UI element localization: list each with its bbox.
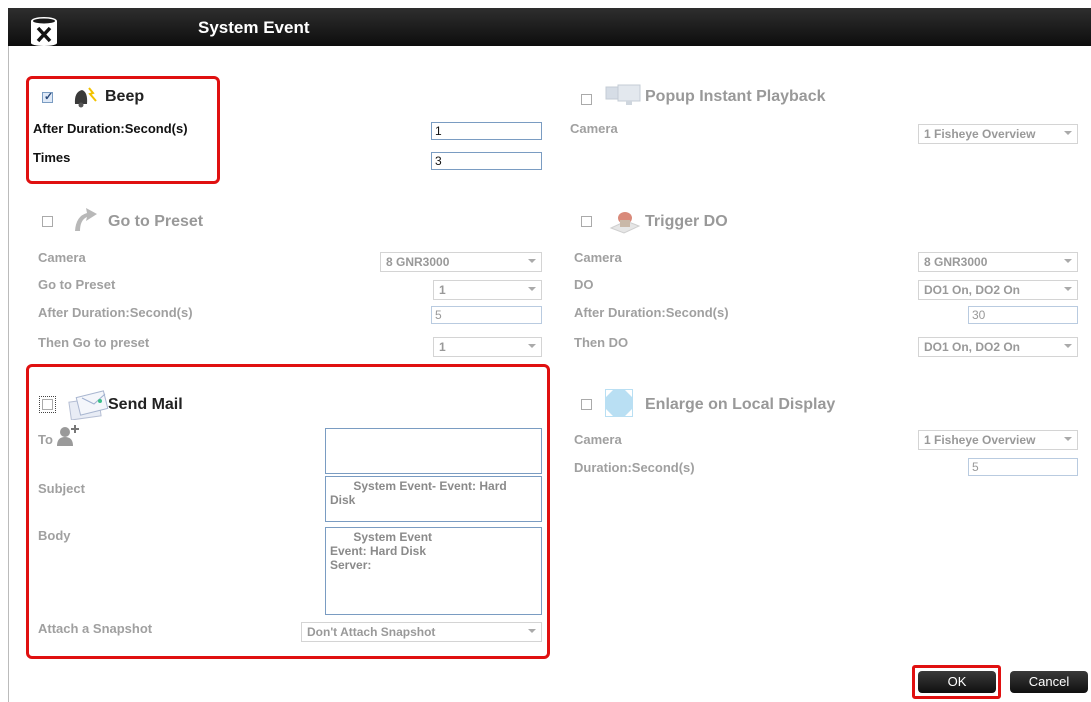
trigger-after-label: After Duration:Second(s) (574, 305, 729, 320)
arrow-curve-icon (75, 208, 97, 231)
title-bar: System Event (8, 8, 1091, 46)
preset-then-value: 1 (439, 340, 446, 354)
bell-alarm-icon (74, 87, 97, 108)
enlarge-camera-value: 1 Fisheye Overview (924, 433, 1036, 447)
mail-body-field[interactable]: System Event Event: Hard Disk Server: (325, 527, 542, 615)
mail-subject-field[interactable]: System Event- Event: Hard Disk (325, 476, 542, 522)
beep-title: Beep (105, 88, 145, 105)
trigger-then-select[interactable]: DO1 On, DO2 On (918, 337, 1078, 357)
enlarge-camera-select[interactable]: 1 Fisheye Overview (918, 430, 1078, 450)
add-person-icon[interactable] (56, 424, 80, 446)
chevron-down-icon (528, 344, 536, 348)
chevron-down-icon (1064, 437, 1072, 441)
preset-number-value: 1 (439, 283, 446, 297)
preset-camera-label: Camera (38, 250, 86, 265)
mail-snapshot-label: Attach a Snapshot (38, 621, 153, 636)
chevron-down-icon (528, 287, 536, 291)
mail-title: Send Mail (108, 396, 183, 413)
preset-camera-select[interactable]: 8 GNR3000 (380, 252, 542, 272)
frame-border (8, 46, 9, 702)
popup-camera-value: 1 Fisheye Overview (924, 127, 1036, 141)
beep-after-duration-input[interactable]: 1 (431, 122, 542, 140)
preset-number-select[interactable]: 1 (433, 280, 542, 300)
mail-to-field[interactable] (325, 428, 542, 474)
mail-body-label: Body (38, 528, 71, 543)
io-device-icon (609, 212, 641, 234)
enlarge-camera-label: Camera (574, 432, 622, 447)
mail-to-label: To (38, 432, 53, 447)
chevron-down-icon (1064, 344, 1072, 348)
preset-then-select[interactable]: 1 (433, 337, 542, 357)
trigger-title: Trigger DO (645, 213, 728, 230)
trigger-after-input[interactable]: 30 (968, 306, 1078, 324)
beep-times-label: Times (33, 150, 71, 165)
trigger-camera-label: Camera (574, 250, 622, 265)
popup-camera-select[interactable]: 1 Fisheye Overview (918, 124, 1078, 144)
trigger-do-label: DO (574, 277, 594, 292)
trigger-camera-select[interactable]: 8 GNR3000 (918, 252, 1078, 272)
chevron-down-icon (1064, 131, 1072, 135)
enlarge-title: Enlarge on Local Display (645, 396, 836, 413)
beep-checkbox[interactable] (42, 90, 53, 103)
popup-camera-label: Camera (570, 121, 618, 136)
database-x-icon (31, 17, 57, 46)
mail-checkbox[interactable] (39, 396, 56, 413)
enlarge-duration-input[interactable]: 5 (968, 458, 1078, 476)
expand-icon (605, 389, 633, 417)
enlarge-duration-label: Duration:Second(s) (574, 460, 695, 475)
enlarge-checkbox[interactable] (581, 399, 592, 410)
trigger-do-value: DO1 On, DO2 On (924, 283, 1021, 297)
mail-snapshot-select[interactable]: Don't Attach Snapshot (301, 622, 542, 642)
beep-after-duration-label: After Duration:Second(s) (33, 121, 188, 136)
chevron-down-icon (1064, 287, 1072, 291)
preset-title: Go to Preset (108, 213, 204, 230)
chevron-down-icon (528, 629, 536, 633)
window-title: System Event (198, 18, 310, 37)
trigger-do-select[interactable]: DO1 On, DO2 On (918, 280, 1078, 300)
monitors-icon (605, 84, 641, 105)
preset-after-label: After Duration:Second(s) (38, 305, 193, 320)
cancel-button[interactable]: Cancel (1010, 671, 1088, 693)
popup-checkbox[interactable] (581, 94, 592, 105)
trigger-camera-value: 8 GNR3000 (924, 255, 988, 269)
preset-camera-value: 8 GNR3000 (386, 255, 450, 269)
preset-checkbox[interactable] (42, 216, 53, 227)
preset-then-label: Then Go to preset (38, 335, 150, 350)
preset-after-input[interactable]: 5 (431, 306, 542, 324)
chevron-down-icon (528, 259, 536, 263)
beep-times-input[interactable]: 3 (431, 152, 542, 170)
preset-number-label: Go to Preset (38, 277, 116, 292)
chevron-down-icon (1064, 259, 1072, 263)
mail-subject-label: Subject (38, 481, 85, 496)
envelope-icon (68, 390, 109, 420)
mail-snapshot-value: Don't Attach Snapshot (307, 625, 436, 639)
trigger-then-label: Then DO (574, 335, 629, 350)
trigger-checkbox[interactable] (581, 216, 592, 227)
trigger-then-value: DO1 On, DO2 On (924, 340, 1021, 354)
popup-title: Popup Instant Playback (645, 88, 826, 105)
ok-button[interactable]: OK (918, 671, 996, 693)
